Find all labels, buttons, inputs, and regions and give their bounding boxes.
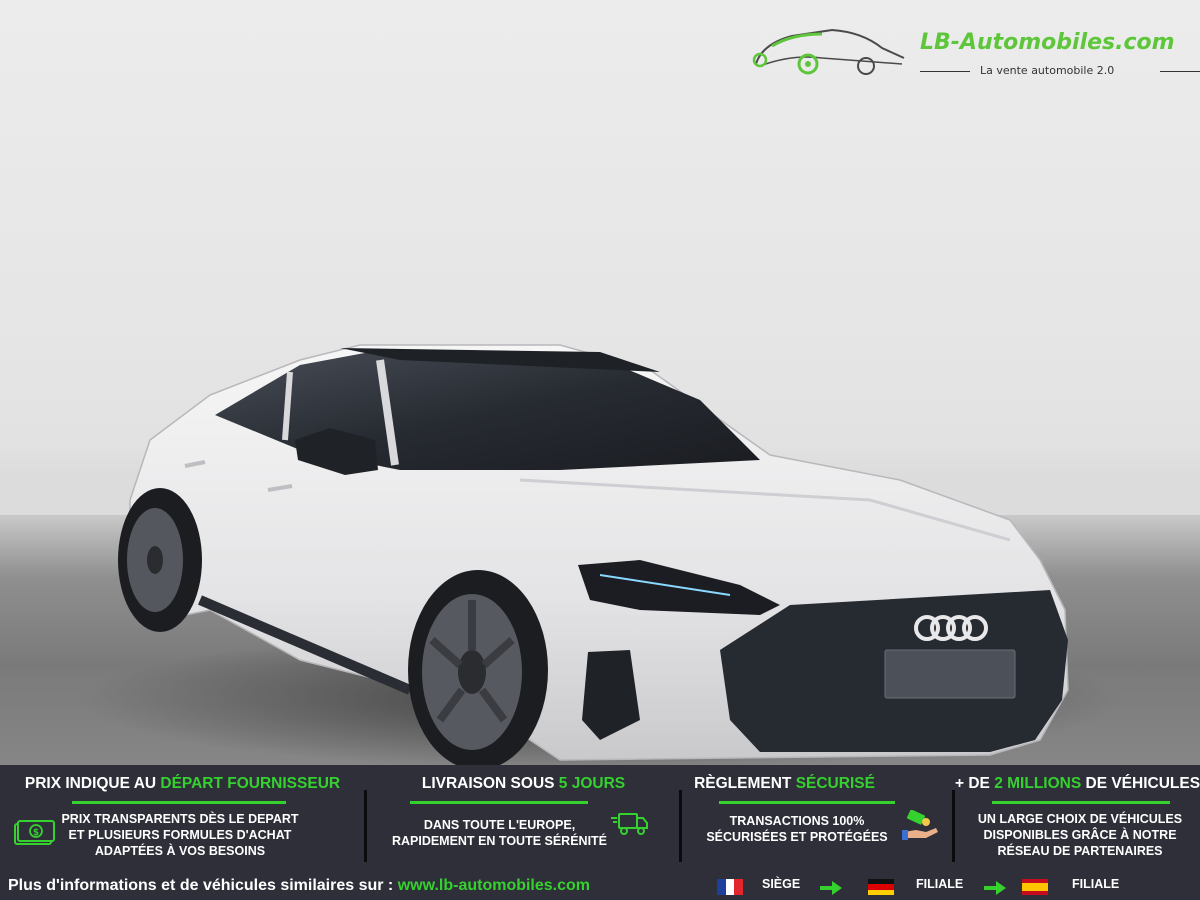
feature-description: DANS TOUTE L'EUROPE, RAPIDEMENT EN TOUTE…	[391, 818, 608, 848]
feature-underline	[719, 801, 895, 804]
svg-text:$: $	[33, 828, 39, 838]
footer-more-info: Plus d'informations et de véhicules simi…	[8, 877, 590, 895]
features-banner: PRIX INDIQUE AU DÉPART FOURNISSEUR $ PRI…	[0, 765, 1200, 900]
logo-divider-right	[1160, 71, 1200, 72]
feature-vehicle-choice: + DE 2 MILLIONS DE VÉHICULES UN LARGE CH…	[955, 765, 1200, 870]
feature-description: TRANSACTIONS 100% SÉCURISÉES ET PROTÉGÉE…	[706, 814, 888, 844]
feature-title: + DE 2 MILLIONS DE VÉHICULES	[955, 775, 1200, 792]
feature-secure-payment: RÈGLEMENT SÉCURISÉ TRANSACTIONS 100% SÉC…	[682, 765, 952, 870]
france-flag-icon	[717, 879, 743, 895]
footer-text: Plus d'informations et de véhicules simi…	[8, 877, 398, 894]
logo-tagline: La vente automobile 2.0	[980, 64, 1115, 77]
rear-wheel	[118, 488, 202, 632]
feature-underline	[992, 801, 1170, 804]
feature-delivery: LIVRAISON SOUS 5 JOURS DANS TOUTE L'EURO…	[367, 765, 680, 870]
feature-supplier-price: PRIX INDIQUE AU DÉPART FOURNISSEUR $ PRI…	[0, 765, 365, 870]
car-illustration	[80, 344, 1120, 765]
feature-title: RÈGLEMENT SÉCURISÉ	[694, 775, 875, 792]
car-photo: LB-Automobiles.com La vente automobile 2…	[0, 0, 1200, 765]
feature-title: LIVRAISON SOUS 5 JOURS	[421, 775, 626, 792]
website-link[interactable]: www.lb-automobiles.com	[398, 877, 590, 894]
spain-flag-icon	[1022, 879, 1048, 895]
company-logo[interactable]: LB-Automobiles.com La vente automobile 2…	[748, 22, 1200, 82]
front-wheel	[408, 570, 548, 765]
location-label-spain: FILIALE	[1072, 877, 1120, 891]
feature-title: PRIX INDIQUE AU DÉPART FOURNISSEUR	[24, 775, 341, 792]
delivery-truck-icon	[611, 813, 648, 835]
logo-divider-left	[920, 71, 970, 72]
arrow-right-icon	[984, 881, 1006, 895]
feature-description: PRIX TRANSPARENTS DÈS LE DEPART ET PLUSI…	[61, 812, 299, 858]
feature-description: UN LARGE CHOIX DE VÉHICULES DISPONIBLES …	[977, 812, 1183, 858]
sports-car-logo-icon	[752, 28, 905, 75]
arrow-right-icon	[820, 881, 842, 895]
feature-underline	[410, 801, 588, 804]
location-label-germany: FILIALE	[916, 877, 964, 891]
germany-flag-icon	[868, 879, 894, 895]
feature-underline	[72, 801, 286, 804]
logo-name: LB-Automobiles.com	[920, 30, 1175, 55]
payment-hand-icon	[902, 810, 938, 840]
banknote-icon: $	[14, 820, 55, 845]
location-label-france: SIÈGE	[762, 877, 801, 891]
